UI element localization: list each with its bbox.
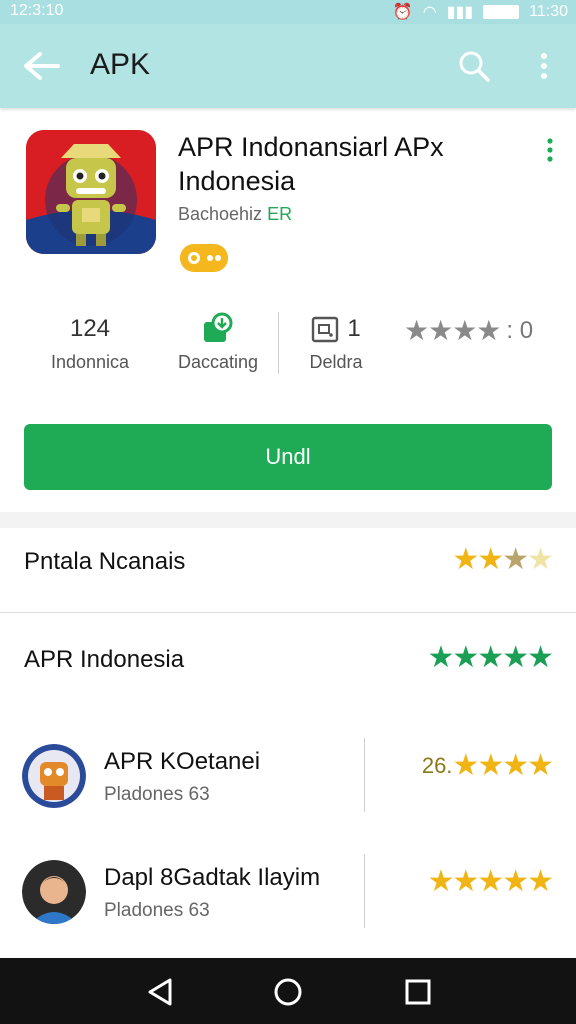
list-item-rating: ★★★★★ (427, 864, 554, 899)
section-divider (0, 612, 576, 613)
more-vert-icon[interactable] (532, 48, 556, 84)
status-bar: 12:3:10 ⏰ ◠ ▮▮▮ 11:30 (0, 0, 576, 24)
stat-label: Deldra (309, 352, 363, 372)
stat-value: 124 (69, 315, 111, 342)
list-item-name: Dapl 8Gadtak Ilayim (104, 864, 321, 891)
rating-stars: ★★★★★ (427, 865, 554, 898)
battery-icon (483, 5, 520, 19)
stat-downloads: 124 Indonnica (40, 312, 140, 373)
stat-divider (278, 312, 279, 374)
list-item-divider (364, 854, 365, 928)
nav-back-icon[interactable] (140, 972, 180, 1012)
section-band (0, 512, 576, 528)
section-rating-stars: ★★★★★ (427, 641, 554, 674)
status-icons: ⏰ ◠ ▮▮▮ 11:30 (393, 2, 568, 22)
developer-badge: ER (267, 204, 293, 224)
list-item[interactable]: Dapl 8Gadtak Ilayim Pladones 63 ★★★★★ (0, 854, 576, 960)
stat-category: Daccating (168, 312, 268, 373)
list-item[interactable]: APR KOetanei Pladones 63 26. ★★★★ (0, 738, 576, 844)
stat-label: Daccating (177, 352, 259, 372)
list-item-divider (364, 738, 365, 812)
nav-recents-icon[interactable] (398, 972, 438, 1012)
list-item-rating: 26. ★★★★ (421, 748, 554, 783)
ads-badge-icon (180, 244, 228, 272)
download-icon (204, 312, 233, 342)
app-bar: APK (0, 24, 576, 108)
list-item-name: APR KOetanei (104, 748, 261, 775)
section-title[interactable]: APR Indonesia (24, 646, 184, 674)
back-arrow-icon[interactable] (20, 46, 64, 86)
avatar (22, 744, 86, 808)
nav-home-icon[interactable] (268, 972, 308, 1012)
stat-rating: ★★★★ : 0 (404, 314, 533, 347)
status-time: 12:3:10 (10, 2, 64, 19)
stat-release: 1 Deldra (296, 312, 376, 373)
more-vert-icon[interactable] (540, 136, 560, 164)
rating-value: : 0 (506, 316, 534, 344)
section-rating-stars: ★★★★ (452, 543, 554, 576)
signal-icon: ▮▮▮ (446, 4, 474, 21)
avatar (22, 860, 86, 924)
stat-label: Indonnica (50, 352, 130, 372)
list-item-subtitle: Pladones 63 (104, 784, 210, 805)
calendar-icon (312, 316, 339, 343)
status-clock: 11:30 (529, 3, 568, 20)
system-nav-bar (0, 958, 576, 1024)
list-item-subtitle: Pladones 63 (104, 900, 210, 921)
alarm-icon: ⏰ (392, 4, 413, 21)
stat-value (168, 312, 268, 346)
developer-name[interactable]: Bachoehiz ER (178, 204, 292, 225)
rating-value: 26. (421, 752, 453, 778)
stat-number: 1 (347, 315, 361, 342)
search-icon[interactable] (456, 48, 492, 84)
app-icon (26, 130, 156, 254)
rating-stars: ★★★★ (452, 749, 554, 782)
app-bar-title: APK (90, 48, 151, 81)
stat-value: 1 (296, 312, 376, 346)
install-button[interactable]: Undl (24, 424, 552, 490)
app-title: APR Indonansiarl APx Indonesia (178, 132, 444, 196)
section-title[interactable]: Pntala Ncanais (24, 548, 185, 576)
rating-stars: ★★★★ (404, 315, 501, 346)
wifi-icon: ◠ (422, 4, 437, 21)
developer-label: Bachoehiz (178, 204, 263, 224)
